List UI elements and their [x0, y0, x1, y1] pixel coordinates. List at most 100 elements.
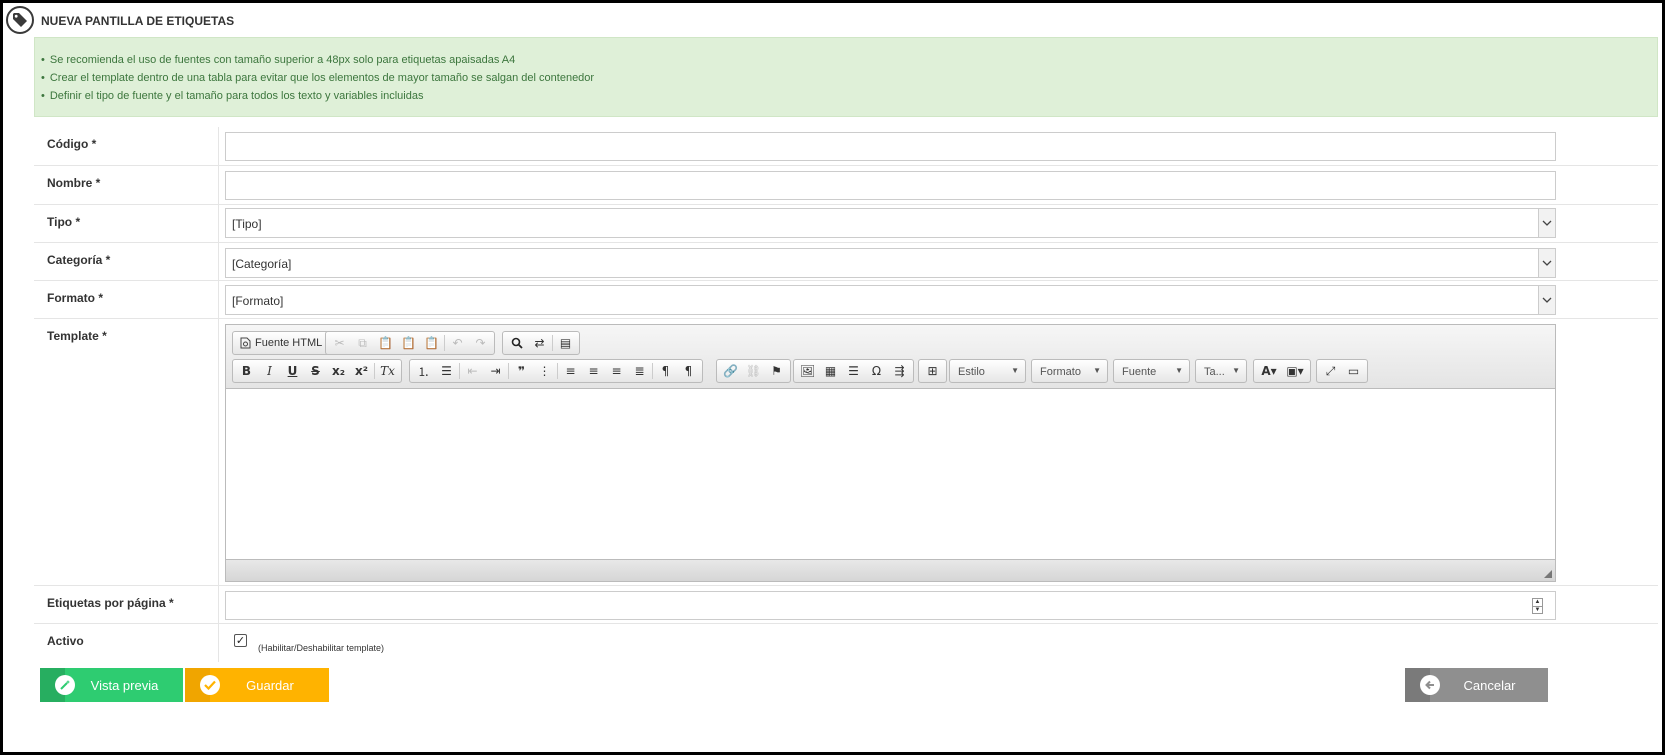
strike-icon[interactable]: S	[304, 361, 327, 381]
style-combo-label: Estilo	[958, 366, 985, 378]
page-frame: NUEVA PANTILLA DE ETIQUETAS Se recomiend…	[3, 3, 1662, 752]
bg-color-icon[interactable]: ▣▾	[1282, 361, 1308, 381]
table-icon[interactable]: ▦	[819, 361, 842, 381]
categoria-select[interactable]: [Categoría]	[225, 248, 1556, 278]
activo-label: Activo	[34, 624, 219, 662]
anchor-icon[interactable]: ⚑	[765, 361, 788, 381]
size-combo-label: Ta...	[1204, 366, 1225, 378]
codigo-label: Código *	[34, 127, 219, 165]
row-categoria: Categoría * [Categoría]	[34, 243, 1658, 281]
blockquote-icon[interactable]: ❞	[510, 361, 533, 381]
save-label: Guardar	[246, 677, 294, 693]
formato-label: Formato *	[34, 281, 219, 318]
show-blocks-icon[interactable]: ▭	[1342, 361, 1365, 381]
style-combo[interactable]: Estilo ▼	[949, 359, 1026, 383]
remove-format-icon[interactable]: Tx	[376, 361, 399, 381]
formato-select[interactable]: [Formato]	[225, 285, 1556, 315]
align-center-icon[interactable]: ≡	[582, 361, 605, 381]
replace-icon[interactable]: ⇄	[528, 333, 551, 353]
preview-label: Vista previa	[90, 677, 159, 693]
chevron-down-icon[interactable]	[1538, 209, 1555, 237]
formato-value: [Formato]	[232, 294, 284, 308]
activo-hint: (Habilitar/Deshabilitar template)	[258, 643, 385, 653]
unlink-icon[interactable]: ⛓	[742, 361, 765, 381]
find-icon[interactable]	[505, 333, 528, 353]
editor-content-area[interactable]	[226, 390, 1555, 559]
chevron-down-icon[interactable]	[1538, 286, 1555, 314]
info-item: Definir el tipo de fuente y el tamaño pa…	[41, 87, 1657, 105]
subscript-icon[interactable]: x₂	[327, 361, 350, 381]
link-icon[interactable]: 🔗	[719, 361, 742, 381]
superscript-icon[interactable]: x²	[350, 361, 373, 381]
bold-icon[interactable]: B	[235, 361, 258, 381]
number-stepper[interactable]: ▲ ▼	[1532, 598, 1543, 614]
undo-icon[interactable]: ↶	[446, 333, 469, 353]
toolbar-group-insert: 🖼 ▦ ☰ Ω ⇶	[793, 359, 914, 383]
source-html-button[interactable]: Fuente HTML	[235, 333, 327, 353]
ltr-icon[interactable]: ¶	[654, 361, 677, 381]
paste-icon[interactable]: 📋	[374, 333, 397, 353]
nombre-label: Nombre *	[34, 166, 219, 204]
toolbar-group-placeholder: ⊞	[918, 359, 947, 383]
nombre-input[interactable]	[225, 171, 1556, 200]
paste-text-icon[interactable]: 📋	[397, 333, 420, 353]
div-icon[interactable]: ⋮	[533, 361, 556, 381]
toolbar-group-tools: ⤢ ▭	[1316, 359, 1368, 383]
chevron-down-icon: ▼	[1011, 366, 1019, 375]
cancel-button[interactable]: Cancelar	[1405, 668, 1548, 702]
size-combo[interactable]: Ta... ▼	[1195, 359, 1247, 383]
source-icon	[240, 337, 251, 349]
image-icon[interactable]: 🖼	[796, 361, 819, 381]
underline-icon[interactable]: U	[281, 361, 304, 381]
arrow-down-icon[interactable]: ▼	[1533, 607, 1542, 614]
chevron-down-icon: ▼	[1232, 366, 1240, 375]
maximize-icon[interactable]: ⤢	[1319, 361, 1342, 381]
numbered-list-icon[interactable]: ⒈	[412, 361, 435, 381]
chevron-down-icon[interactable]	[1538, 249, 1555, 277]
font-combo[interactable]: Fuente ▼	[1113, 359, 1190, 383]
row-tipo: Tipo * [Tipo]	[34, 205, 1658, 243]
placeholder-icon[interactable]: ⊞	[921, 361, 944, 381]
align-right-icon[interactable]: ≡	[605, 361, 628, 381]
template-label: Template *	[34, 319, 219, 585]
page-break-icon[interactable]: ⇶	[888, 361, 911, 381]
codigo-input[interactable]	[225, 132, 1556, 161]
chevron-down-icon: ▼	[1175, 366, 1183, 375]
preview-button[interactable]: Vista previa	[40, 668, 183, 702]
align-left-icon[interactable]: ≡	[559, 361, 582, 381]
redo-icon[interactable]: ↷	[469, 333, 492, 353]
row-codigo: Código *	[34, 127, 1658, 166]
page-header: NUEVA PANTILLA DE ETIQUETAS	[3, 3, 1662, 37]
row-nombre: Nombre *	[34, 166, 1658, 205]
rich-text-editor: Fuente HTML ✂ ⧉ 📋 📋 📋 ↶ ↷ ⇄ ▤ B I U S x₂…	[225, 324, 1556, 582]
format-combo[interactable]: Formato ▼	[1031, 359, 1108, 383]
toolbar-group-colors: A▾ ▣▾	[1253, 359, 1311, 383]
text-color-icon[interactable]: A▾	[1256, 361, 1282, 381]
rtl-icon[interactable]: ¶	[677, 361, 700, 381]
info-item: Crear el template dentro de una tabla pa…	[41, 69, 1657, 87]
paste-word-icon[interactable]: 📋	[420, 333, 443, 353]
etiquetas-input[interactable]: ▲ ▼	[225, 591, 1556, 620]
font-combo-label: Fuente	[1122, 366, 1157, 378]
arrow-up-icon[interactable]: ▲	[1533, 599, 1542, 607]
select-all-icon[interactable]: ▤	[554, 333, 577, 353]
toolbar-group-find: ⇄ ▤	[502, 331, 580, 355]
tipo-value: [Tipo]	[232, 217, 262, 231]
special-char-icon[interactable]: Ω	[865, 361, 888, 381]
resize-handle[interactable]	[1544, 570, 1552, 578]
info-alert: Se recomienda el uso de fuentes con tama…	[34, 37, 1658, 117]
tipo-select[interactable]: [Tipo]	[225, 208, 1556, 238]
source-html-label: Fuente HTML	[255, 337, 323, 349]
indent-icon[interactable]: ⇥	[484, 361, 507, 381]
bullet-list-icon[interactable]: ☰	[435, 361, 458, 381]
row-template: Template * Fuente HTML ✂ ⧉ 📋 📋 📋 ↶ ↷ ⇄ ▤…	[34, 319, 1658, 586]
copy-icon[interactable]: ⧉	[351, 333, 374, 353]
justify-icon[interactable]: ≣	[628, 361, 651, 381]
outdent-icon[interactable]: ⇤	[461, 361, 484, 381]
cut-icon[interactable]: ✂	[328, 333, 351, 353]
activo-checkbox[interactable]: ✓	[234, 634, 247, 647]
horizontal-rule-icon[interactable]: ☰	[842, 361, 865, 381]
save-button[interactable]: Guardar	[185, 668, 329, 702]
italic-icon[interactable]: I	[258, 361, 281, 381]
toolbar-group-basic: B I U S x₂ x² Tx	[232, 359, 402, 383]
